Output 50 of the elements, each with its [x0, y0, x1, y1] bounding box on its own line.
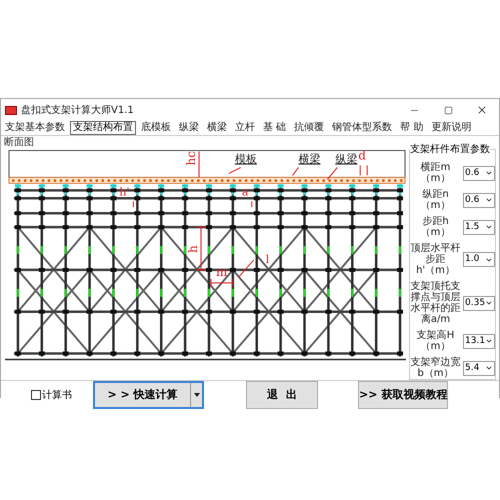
dimension-label: l — [266, 252, 270, 266]
dimension-label: d — [358, 149, 366, 162]
value-dropdown[interactable]: 5.4 — [463, 360, 495, 376]
dropdown-icon — [485, 196, 493, 204]
dimension-label: h — [186, 245, 200, 254]
tab[interactable]: 抗倾覆 — [290, 121, 328, 135]
value-dropdown[interactable]: 0.6 — [463, 192, 495, 208]
tab[interactable]: 支架基本参数 — [1, 121, 69, 135]
parameter-label: 横距m（m） — [420, 162, 452, 184]
window-title: 盘扣式支架计算大师V1.1 — [21, 104, 134, 118]
value-dropdown[interactable]: 13.1 — [463, 334, 495, 348]
parameter-label: 支架窄边宽b（m） — [410, 357, 461, 379]
tab[interactable]: 帮 助 — [396, 121, 428, 135]
dropdown-icon — [485, 337, 493, 345]
tab[interactable]: 更新说明 — [427, 121, 476, 135]
section-title: 断面图 — [4, 137, 34, 149]
close-icon — [476, 104, 488, 116]
calc-book-checkbox[interactable]: 计算书 — [31, 388, 93, 402]
dimension-label: hc — [184, 151, 198, 166]
dropdown-icon — [485, 223, 493, 231]
dropdown-icon — [485, 364, 493, 372]
tab[interactable]: 底模板 — [137, 121, 175, 135]
parameter-label: 步距h（m） — [420, 216, 452, 238]
app-icon — [5, 106, 17, 114]
caret-icon — [194, 393, 200, 397]
quick-calc-button[interactable]: > > 快速计算 — [95, 383, 190, 407]
dropdown-icon — [485, 169, 493, 177]
value-dropdown[interactable]: 0.35 — [463, 296, 495, 310]
parameter-label: 支架顶托支撑点与顶层水平杆的距离a/m — [410, 281, 461, 325]
parameter-label: 纵距n（m） — [420, 189, 452, 211]
dropdown-icon — [485, 299, 493, 307]
dimension-label: 纵梁 — [335, 152, 358, 166]
tab[interactable]: 基 础 — [259, 121, 290, 135]
action-button[interactable]: 退 出 — [246, 381, 318, 409]
value-dropdown[interactable]: 0.6 — [463, 166, 495, 180]
dimension-label: 模板 — [234, 152, 257, 166]
parameter-label: 顶层水平杆步距h'（m） — [410, 243, 461, 276]
tab[interactable]: 支架结构布置 — [70, 121, 136, 135]
parameter-label: 支架高H（m） — [416, 330, 456, 352]
tab[interactable]: 横梁 — [203, 121, 231, 135]
action-button[interactable]: >> 获取视频教程 — [358, 381, 448, 409]
value-dropdown[interactable]: 1.0 — [463, 252, 495, 267]
tab[interactable]: 立杆 — [231, 121, 259, 135]
panel-title: 支架杆件布置参数 — [410, 144, 490, 156]
dropdown-button[interactable] — [190, 383, 202, 407]
tab[interactable]: 钢管体型系数 — [328, 121, 396, 135]
maximize-icon — [444, 106, 452, 114]
value-dropdown[interactable]: 1.5 — [463, 220, 495, 234]
dimension-label: 横梁 — [298, 152, 321, 166]
tab[interactable]: 纵梁 — [175, 121, 203, 135]
